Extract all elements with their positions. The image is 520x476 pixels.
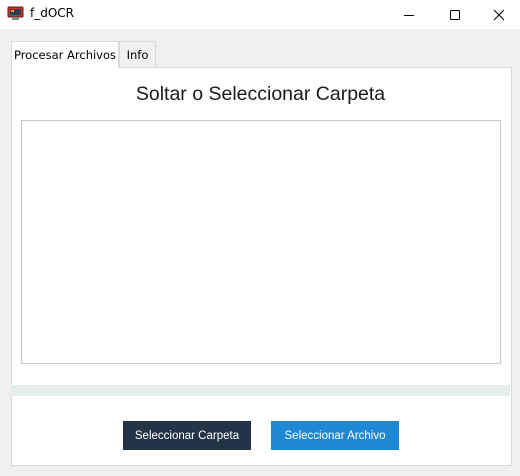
minimize-icon — [404, 14, 414, 16]
progress-bar — [11, 385, 510, 396]
tab-info[interactable]: Info — [119, 41, 156, 67]
tab-procesar-archivos[interactable]: Procesar Archivos — [11, 41, 119, 68]
title-bar[interactable]: f_dOCR — [0, 0, 520, 29]
window-title: f_dOCR — [30, 6, 75, 20]
page-title: Soltar o Seleccionar Carpeta — [135, 83, 386, 105]
maximize-icon — [450, 9, 460, 20]
close-icon — [493, 9, 505, 20]
app-window: f_dOCR Procesar Archivos Info Soltar o S… — [0, 0, 520, 476]
app-icon — [7, 6, 24, 20]
drop-area[interactable] — [21, 120, 501, 364]
close-button[interactable] — [476, 0, 520, 29]
minimize-button[interactable] — [386, 0, 432, 29]
select-file-button[interactable]: Seleccionar Archivo — [271, 421, 399, 450]
maximize-button[interactable] — [432, 0, 478, 29]
select-folder-button[interactable]: Seleccionar Carpeta — [123, 421, 251, 450]
